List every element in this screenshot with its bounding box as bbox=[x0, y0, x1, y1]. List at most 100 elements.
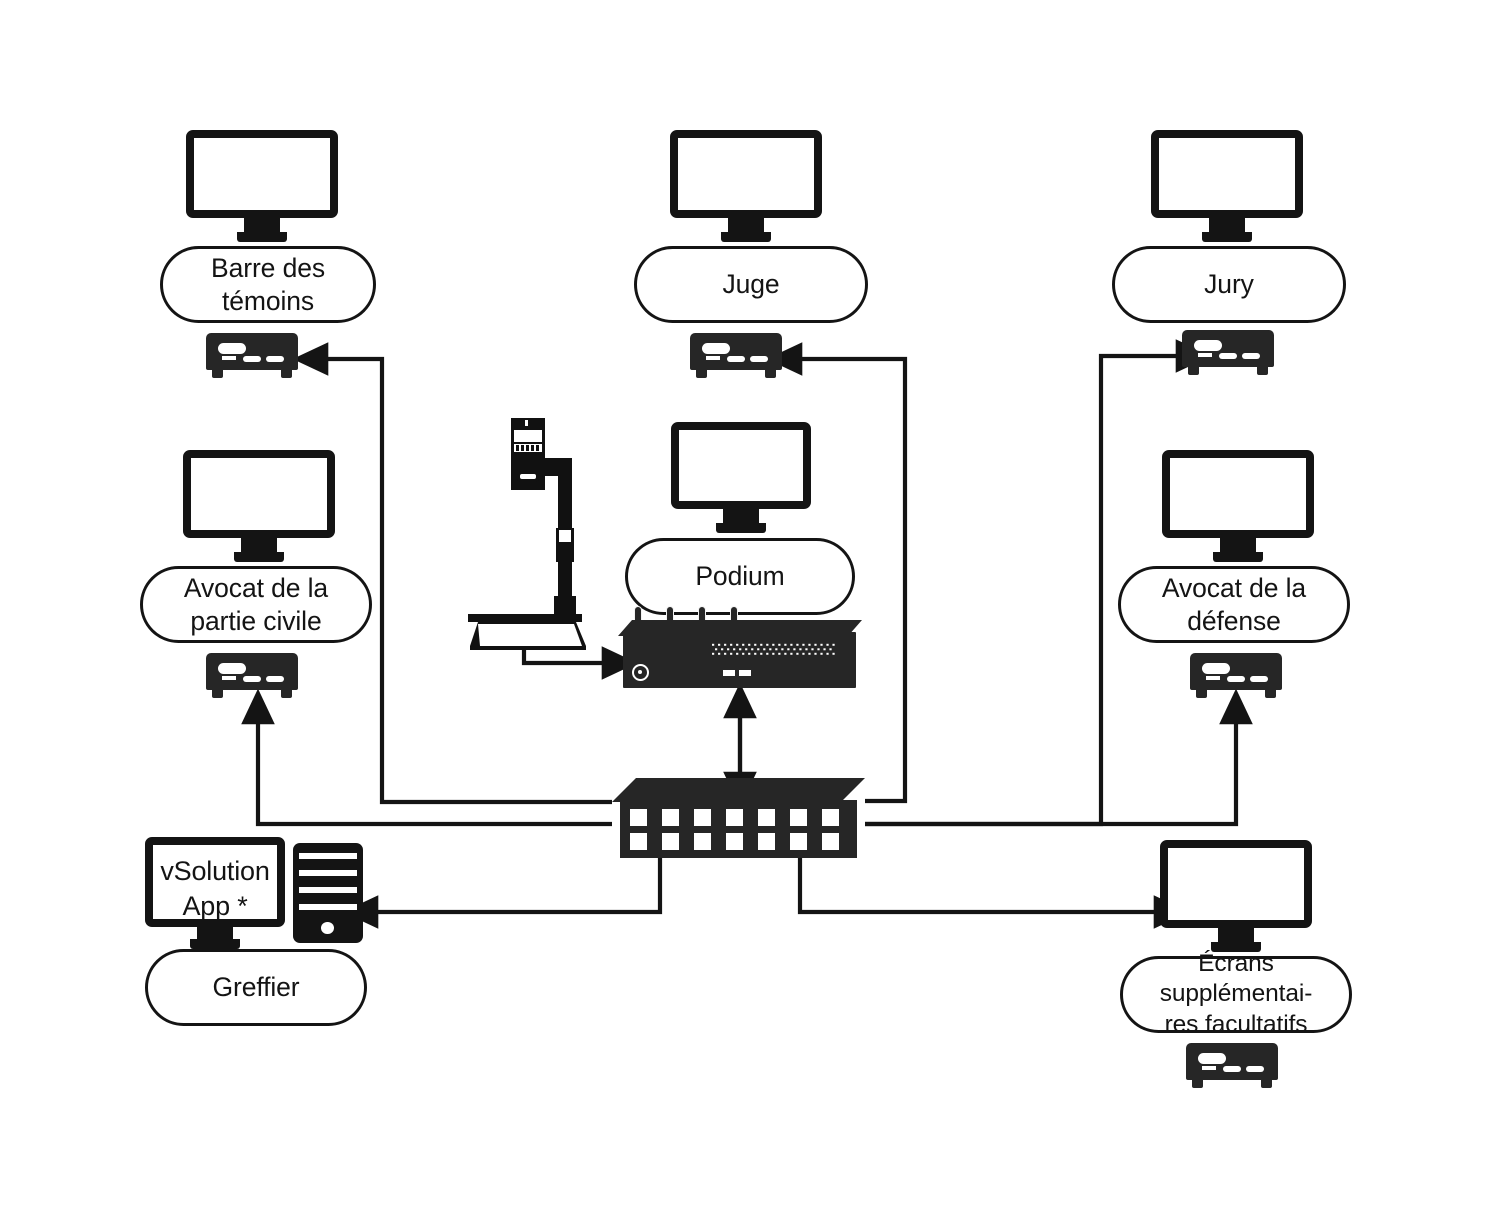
receiver-foot-left bbox=[1191, 1079, 1204, 1088]
receiver-indicator-icon bbox=[1197, 1052, 1227, 1065]
monitor-stand bbox=[721, 216, 771, 242]
switch-port bbox=[694, 833, 712, 850]
switch-port bbox=[726, 809, 744, 826]
switch-port bbox=[822, 809, 840, 826]
receiver-foot-right bbox=[280, 369, 293, 378]
judge-label: Juge bbox=[634, 246, 868, 323]
receiver-port-2 bbox=[1249, 676, 1269, 683]
switch-port bbox=[694, 809, 712, 826]
base-unit-front-face bbox=[622, 632, 856, 688]
receiver-foot-left bbox=[211, 369, 224, 378]
receiver-foot-right bbox=[1256, 366, 1269, 375]
monitor-screen bbox=[1151, 130, 1303, 218]
monitor-stand bbox=[234, 536, 284, 562]
receiver-port-1 bbox=[1226, 676, 1246, 683]
receiver-indicator-tail bbox=[221, 356, 237, 361]
judge-receiver[interactable] bbox=[690, 333, 782, 378]
receiver-port-1 bbox=[1218, 353, 1238, 360]
document-camera-icon[interactable] bbox=[464, 418, 588, 650]
plaintiff-lawyer-receiver[interactable] bbox=[206, 653, 298, 698]
clerk-label: Greffier bbox=[145, 949, 367, 1026]
jury-label: Jury bbox=[1112, 246, 1346, 323]
receiver-indicator-icon bbox=[1193, 339, 1223, 352]
receiver-foot-right bbox=[764, 369, 777, 378]
label-text: Juge bbox=[722, 269, 780, 300]
extra-screens-receiver[interactable] bbox=[1186, 1043, 1278, 1088]
switch-port bbox=[630, 809, 648, 826]
base-unit-vent-grille-icon bbox=[712, 643, 836, 655]
receiver-foot-left bbox=[211, 689, 224, 698]
monitor-screen bbox=[186, 130, 338, 218]
witness-stand-receiver[interactable] bbox=[206, 333, 298, 378]
label-line-1: Barre des bbox=[211, 252, 325, 283]
receiver-indicator-icon bbox=[701, 342, 731, 355]
monitor-screen bbox=[1162, 450, 1314, 538]
receiver-foot-left bbox=[695, 369, 708, 378]
switch-port bbox=[790, 833, 808, 850]
receiver-port-2 bbox=[749, 356, 769, 363]
receiver-port-1 bbox=[1222, 1066, 1242, 1073]
receiver-foot-right bbox=[1260, 1079, 1273, 1088]
switch-port bbox=[790, 809, 808, 826]
monitor-screen bbox=[183, 450, 335, 538]
switch-port bbox=[630, 833, 648, 850]
receiver-indicator-tail bbox=[705, 356, 721, 361]
receiver-foot-left bbox=[1187, 366, 1200, 375]
tower-drive-slot bbox=[299, 887, 357, 893]
base-unit-led-1 bbox=[723, 670, 736, 676]
screen-text-line-1: vSolution bbox=[160, 856, 270, 886]
receiver-port-1 bbox=[242, 676, 262, 683]
switch-port bbox=[662, 833, 680, 850]
receiver-port-2 bbox=[265, 676, 285, 683]
receiver-indicator-icon bbox=[217, 662, 247, 675]
receiver-foot-right bbox=[1264, 689, 1277, 698]
receiver-port-2 bbox=[1241, 353, 1261, 360]
clerk-screen-text: vSolution App * bbox=[153, 854, 277, 923]
switch-port bbox=[822, 833, 840, 850]
network-switch-icon[interactable] bbox=[612, 778, 865, 860]
receiver-indicator-icon bbox=[1201, 662, 1231, 675]
receiver-port-2 bbox=[1245, 1066, 1265, 1073]
extra-screens-label: Écrans supplémentai-res facultatifs bbox=[1120, 950, 1352, 1038]
receiver-port-1 bbox=[726, 356, 746, 363]
base-unit-led-2 bbox=[739, 670, 752, 676]
receiver-foot-right bbox=[280, 689, 293, 698]
switch-port bbox=[662, 809, 680, 826]
witness-stand-label: Barre des témoins bbox=[160, 246, 376, 323]
switch-port bbox=[758, 833, 776, 850]
monitor-screen bbox=[1160, 840, 1312, 928]
monitor-stand bbox=[716, 507, 766, 533]
receiver-indicator-tail bbox=[1205, 676, 1221, 681]
monitor-screen: vSolution App * bbox=[145, 837, 285, 927]
label-line-2: partie civile bbox=[190, 605, 322, 636]
wire-switch-to-plaintiff bbox=[241, 688, 612, 827]
monitor-stand bbox=[237, 216, 287, 242]
label-line-1: Écrans supplémentai- bbox=[1159, 949, 1313, 1008]
screen-text-line-2: App * bbox=[182, 890, 248, 921]
monitor-screen bbox=[670, 130, 822, 218]
receiver-port-2 bbox=[265, 356, 285, 363]
label-line-2: défense bbox=[1187, 605, 1281, 636]
tower-drive-slot bbox=[299, 870, 357, 876]
receiver-foot-left bbox=[1195, 689, 1208, 698]
receiver-indicator-tail bbox=[221, 676, 237, 681]
label-text: Jury bbox=[1204, 269, 1254, 300]
wireless-base-unit-icon[interactable] bbox=[618, 606, 862, 696]
defense-lawyer-label: Avocat de la défense bbox=[1118, 566, 1350, 643]
monitor-stand bbox=[1213, 536, 1263, 562]
switch-front-face bbox=[620, 800, 857, 858]
receiver-indicator-tail bbox=[1197, 353, 1213, 358]
monitor-stand bbox=[190, 925, 240, 949]
wire-switch-to-defense bbox=[865, 688, 1253, 827]
label-text: Podium bbox=[695, 561, 785, 592]
receiver-port-1 bbox=[242, 356, 262, 363]
switch-top-panel bbox=[612, 778, 865, 802]
document-camera-graphic bbox=[468, 418, 586, 650]
switch-port bbox=[726, 833, 744, 850]
label-line-2: témoins bbox=[221, 285, 315, 316]
clerk-tower[interactable] bbox=[293, 843, 363, 943]
defense-lawyer-receiver[interactable] bbox=[1190, 653, 1282, 698]
jury-receiver[interactable] bbox=[1182, 330, 1274, 375]
tower-power-button[interactable] bbox=[321, 922, 334, 934]
base-unit-power-button[interactable] bbox=[632, 664, 650, 681]
